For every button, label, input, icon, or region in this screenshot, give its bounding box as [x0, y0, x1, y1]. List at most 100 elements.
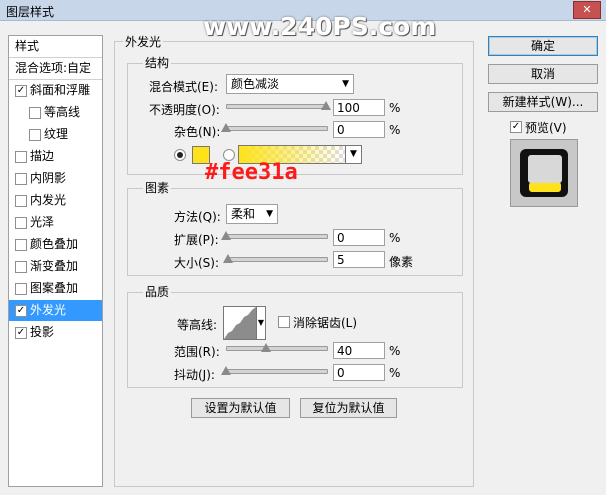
style-item-checkbox[interactable] — [29, 107, 41, 119]
spread-label: 扩展(P): — [174, 233, 219, 247]
opacity-unit: % — [389, 101, 401, 115]
opacity-input[interactable]: 100 — [333, 99, 385, 116]
size-input[interactable]: 5 — [333, 251, 385, 268]
new-style-button[interactable]: 新建样式(W)... — [488, 92, 598, 112]
close-button[interactable]: ✕ — [573, 1, 601, 19]
spread-slider[interactable] — [226, 234, 328, 239]
style-item[interactable]: 内阴影 — [9, 168, 102, 189]
preview-checkbox[interactable]: ✓ — [510, 121, 522, 133]
style-item[interactable]: 描边 — [9, 146, 102, 167]
jitter-slider[interactable] — [226, 369, 328, 374]
style-item[interactable]: ✓ 斜面和浮雕 — [9, 80, 102, 101]
style-item-checkbox[interactable]: ✓ — [15, 85, 27, 97]
style-item-checkbox[interactable]: ✓ — [15, 327, 27, 339]
blend-mode-label: 混合模式(E): — [149, 80, 218, 94]
size-unit: 像素 — [389, 255, 414, 269]
size-slider[interactable] — [226, 257, 328, 262]
style-item-label: 纹理 — [44, 127, 69, 141]
style-item[interactable]: 渐变叠加 — [9, 256, 102, 277]
size-label: 大小(S): — [174, 256, 220, 270]
style-item-label: 颜色叠加 — [30, 237, 79, 251]
ok-button[interactable]: 确定 — [488, 36, 598, 56]
style-item-checkbox[interactable] — [15, 283, 27, 295]
range-unit: % — [389, 344, 401, 358]
jitter-unit: % — [389, 366, 401, 380]
reset-default-button[interactable]: 复位为默认值 — [300, 398, 397, 418]
style-item[interactable]: 颜色叠加 — [9, 234, 102, 255]
style-item-label: 图案叠加 — [30, 281, 79, 295]
style-item-checkbox[interactable] — [15, 239, 27, 251]
contour-curve-icon — [224, 307, 256, 339]
style-preview — [510, 139, 578, 207]
style-list-header[interactable]: 样式 — [9, 36, 102, 58]
noise-slider-thumb[interactable] — [221, 123, 231, 132]
size-slider-thumb[interactable] — [223, 254, 233, 263]
style-list: 样式 混合选项:自定 ✓ 斜面和浮雕等高线纹理描边内阴影内发光光泽颜色叠加渐变叠加… — [8, 35, 103, 487]
contour-label: 等高线: — [177, 318, 218, 332]
style-item[interactable]: 等高线 — [9, 102, 102, 123]
spread-slider-thumb[interactable] — [221, 231, 231, 240]
style-item-checkbox[interactable] — [15, 195, 27, 207]
technique-select[interactable]: 柔和 ▼ — [226, 204, 278, 224]
contour-chevron-down-icon[interactable]: ▼ — [256, 306, 266, 340]
gradient-dropdown-chevron-icon[interactable]: ▼ — [345, 145, 362, 164]
style-item-label: 内发光 — [30, 193, 67, 207]
range-slider[interactable] — [226, 346, 328, 351]
style-item-label: 内阴影 — [30, 171, 67, 185]
jitter-slider-thumb[interactable] — [221, 366, 231, 375]
style-item[interactable]: 纹理 — [9, 124, 102, 145]
quality-legend: 品质 — [143, 283, 172, 300]
watermark: www.240PS.com — [203, 12, 437, 41]
range-input[interactable]: 40 — [333, 342, 385, 359]
style-item[interactable]: 内发光 — [9, 190, 102, 211]
noise-input[interactable]: 0 — [333, 121, 385, 138]
spread-input[interactable]: 0 — [333, 229, 385, 246]
color-annotation: #fee31a — [205, 160, 298, 185]
antialias-label: 消除锯齿(L) — [293, 316, 358, 330]
preview-inner — [528, 155, 562, 183]
style-item-checkbox[interactable] — [15, 261, 27, 273]
chevron-down-icon: ▼ — [266, 209, 273, 219]
style-item[interactable]: 光泽 — [9, 212, 102, 233]
noise-unit: % — [389, 123, 401, 137]
style-item-checkbox[interactable] — [15, 151, 27, 163]
cancel-button[interactable]: 取消 — [488, 64, 598, 84]
style-item-label: 描边 — [30, 149, 55, 163]
opacity-slider-thumb[interactable] — [321, 101, 331, 110]
make-default-button[interactable]: 设置为默认值 — [191, 398, 290, 418]
noise-label: 杂色(N): — [174, 125, 221, 139]
opacity-slider[interactable] — [226, 104, 328, 109]
opacity-label: 不透明度(O): — [149, 103, 220, 117]
antialias-checkbox[interactable] — [278, 316, 290, 328]
jitter-input[interactable]: 0 — [333, 364, 385, 381]
style-item-checkbox[interactable]: ✓ — [15, 305, 27, 317]
range-slider-thumb[interactable] — [261, 343, 271, 352]
panel-title: 外发光 — [123, 33, 164, 50]
noise-slider[interactable] — [226, 126, 328, 131]
blend-options-item[interactable]: 混合选项:自定 — [9, 58, 102, 80]
chevron-down-icon: ▼ — [342, 79, 349, 89]
technique-label: 方法(Q): — [174, 210, 221, 224]
contour-picker[interactable] — [223, 306, 257, 340]
window-title: 图层样式 — [6, 5, 55, 19]
style-item-label: 等高线 — [44, 105, 81, 119]
style-item[interactable]: ✓ 外发光 — [9, 300, 102, 321]
style-item-label: 投影 — [30, 325, 55, 339]
style-item[interactable]: 图案叠加 — [9, 278, 102, 299]
preview-glow — [529, 182, 561, 192]
solid-color-radio[interactable] — [174, 149, 186, 161]
structure-legend: 结构 — [143, 54, 172, 71]
blend-mode-select[interactable]: 颜色减淡 ▼ — [226, 74, 354, 94]
elements-legend: 图素 — [143, 179, 172, 196]
spread-unit: % — [389, 231, 401, 245]
style-item-label: 光泽 — [30, 215, 55, 229]
style-item-checkbox[interactable] — [29, 129, 41, 141]
style-item-checkbox[interactable] — [15, 173, 27, 185]
jitter-label: 抖动(J): — [174, 368, 215, 382]
style-item-label: 外发光 — [30, 303, 67, 317]
style-item[interactable]: ✓ 投影 — [9, 322, 102, 343]
range-label: 范围(R): — [174, 345, 220, 359]
style-item-checkbox[interactable] — [15, 217, 27, 229]
preview-label: 预览(V) — [525, 121, 567, 135]
style-item-label: 渐变叠加 — [30, 259, 79, 273]
